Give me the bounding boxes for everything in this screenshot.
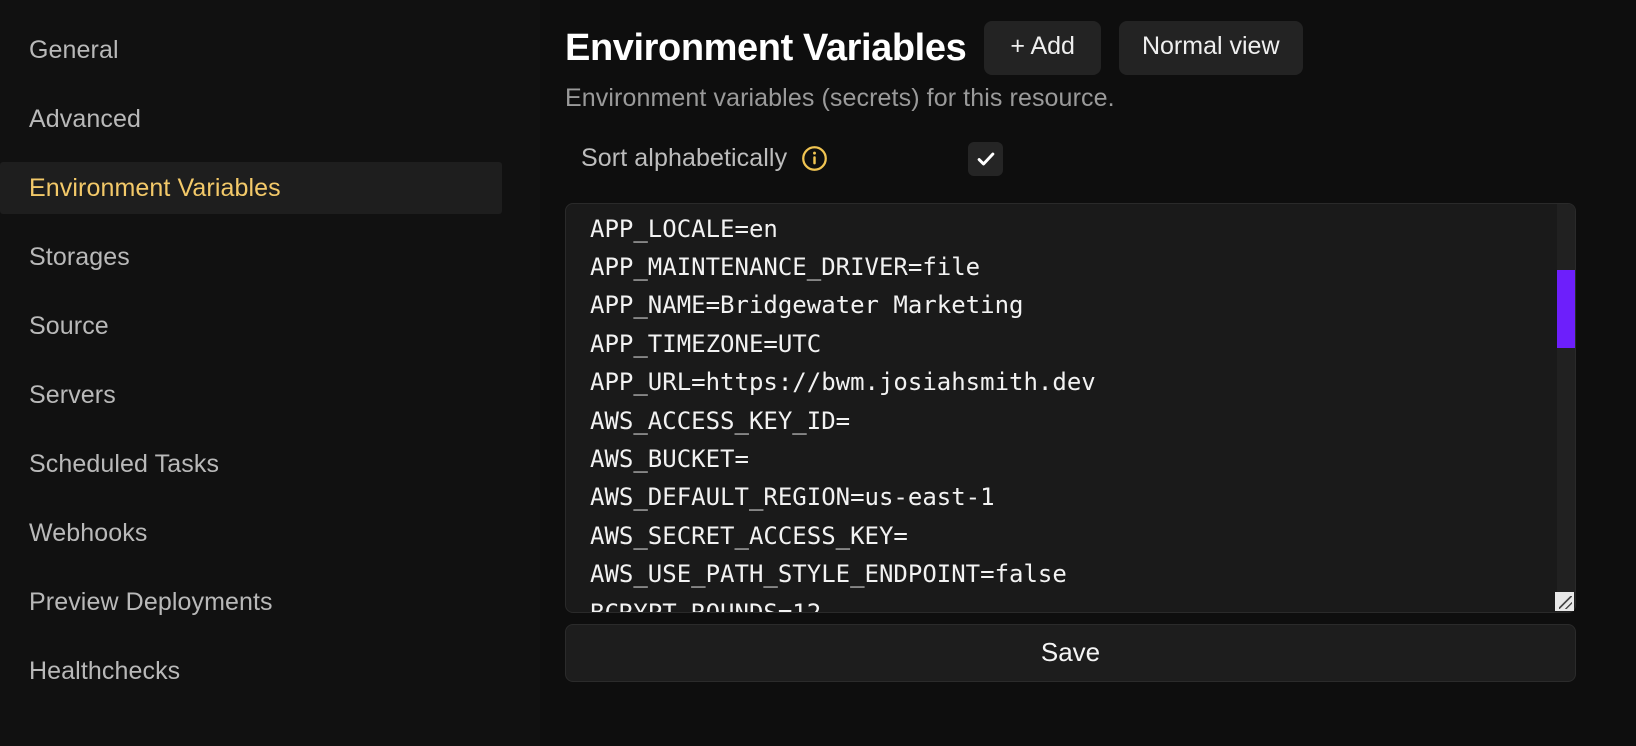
sort-alphabetically-row: Sort alphabetically — [565, 139, 1636, 179]
sidebar-item-general[interactable]: General — [0, 24, 540, 76]
sort-alphabetically-checkbox[interactable] — [968, 141, 1004, 176]
sidebar-item-preview-deployments[interactable]: Preview Deployments — [0, 576, 540, 628]
sidebar-item-label: Servers — [29, 380, 116, 409]
sidebar-item-label: Storages — [29, 242, 130, 271]
sidebar-item-advanced[interactable]: Advanced — [0, 93, 540, 145]
sidebar-item-label: Advanced — [29, 104, 141, 133]
normal-view-toggle-button[interactable]: Normal view — [1118, 21, 1303, 75]
settings-page: General Advanced Environment Variables S… — [0, 0, 1636, 746]
sidebar-item-label: Healthchecks — [29, 656, 181, 685]
sidebar-item-storages[interactable]: Storages — [0, 231, 540, 283]
sidebar-item-label: Environment Variables — [29, 173, 281, 202]
sidebar-item-scheduled-tasks[interactable]: Scheduled Tasks — [0, 438, 540, 490]
sidebar-item-label: Preview Deployments — [29, 587, 273, 616]
editor-scrollbar-thumb[interactable] — [1557, 269, 1575, 348]
info-circle-icon[interactable] — [801, 145, 828, 172]
sidebar-item-label: General — [29, 35, 119, 64]
add-variable-button[interactable]: + Add — [984, 21, 1101, 75]
main-content: Environment Variables + Add Normal view … — [540, 0, 1636, 746]
page-subtitle: Environment variables (secrets) for this… — [565, 83, 1115, 112]
sidebar-item-servers[interactable]: Servers — [0, 369, 540, 421]
sidebar-item-webhooks[interactable]: Webhooks — [0, 507, 540, 559]
sidebar-item-environment-variables[interactable]: Environment Variables — [0, 162, 502, 214]
sidebar-item-label: Webhooks — [29, 518, 148, 547]
sidebar-item-source[interactable]: Source — [0, 300, 540, 352]
sidebar-item-label: Source — [29, 311, 109, 340]
save-button[interactable]: Save — [565, 623, 1576, 682]
editor-scrollbar-track[interactable] — [1557, 203, 1575, 612]
page-title: Environment Variables — [565, 26, 967, 69]
page-header: Environment Variables + Add Normal view — [565, 21, 1636, 75]
environment-variables-textarea[interactable] — [565, 202, 1576, 613]
sidebar-item-healthchecks[interactable]: Healthchecks — [0, 645, 540, 697]
settings-sidebar: General Advanced Environment Variables S… — [0, 0, 540, 746]
sidebar-item-label: Scheduled Tasks — [29, 449, 220, 478]
editor-resize-handle[interactable] — [1555, 591, 1574, 611]
env-editor-container — [565, 202, 1576, 613]
sort-alphabetically-label: Sort alphabetically — [581, 144, 788, 172]
